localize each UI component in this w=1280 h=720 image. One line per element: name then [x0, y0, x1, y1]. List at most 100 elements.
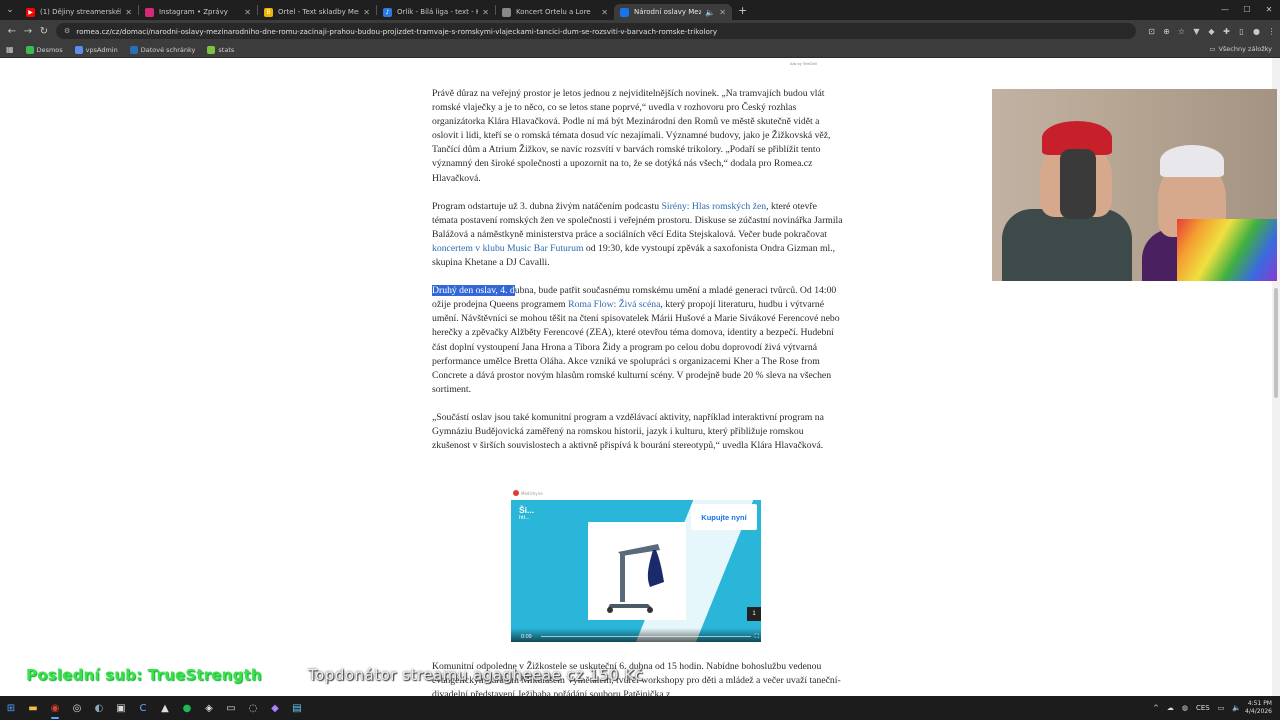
- defender-icon[interactable]: ◍: [1182, 704, 1188, 712]
- close-icon[interactable]: ✕: [482, 8, 489, 17]
- youtube-icon: ▶: [26, 7, 35, 17]
- bookmark-star-icon[interactable]: ☆: [1174, 27, 1189, 36]
- paragraph-1: Právě důraz na veřejný prostor je letos …: [432, 88, 831, 184]
- bookmark-desmos[interactable]: Desmos: [25, 45, 63, 54]
- ad-label: Ads by TeleChill: [790, 62, 818, 66]
- app5-icon[interactable]: ◈: [198, 696, 220, 720]
- microphone-icon: [1060, 149, 1096, 219]
- maximize-button[interactable]: ☐: [1236, 0, 1258, 20]
- video-player[interactable]: Ši... htt... Kupujte nyní 1 0:09 ⛶: [511, 500, 761, 642]
- puzzle-icon[interactable]: ✚: [1219, 27, 1234, 36]
- product-image: [588, 522, 686, 620]
- ad-title: Ši...: [519, 505, 535, 515]
- sidebar-icon[interactable]: ▯: [1234, 27, 1249, 36]
- buy-now-button[interactable]: Kupujte nyní: [691, 504, 757, 530]
- bookmark-datove-schranky[interactable]: Datové schránky: [129, 45, 195, 54]
- app2-icon[interactable]: ▣: [110, 696, 132, 720]
- close-icon[interactable]: ✕: [125, 8, 132, 17]
- bandzone-icon: B: [264, 7, 273, 17]
- romea-icon: [620, 7, 629, 17]
- tab-4[interactable]: Koncert Ortelu a Lore ✕: [496, 4, 614, 20]
- karaoke-icon: ♪: [383, 7, 392, 17]
- notepad-icon[interactable]: ▤: [286, 696, 308, 720]
- fullscreen-icon[interactable]: ⛶: [755, 633, 759, 641]
- tab-bar: ⌄ ▶(1) Dějiny streamerského národa✕ Inst…: [0, 0, 1280, 20]
- link-sireny-podcast[interactable]: Sirény: Hlas romských žen: [661, 201, 766, 212]
- back-button[interactable]: ←: [4, 26, 20, 37]
- site-info-icon[interactable]: ⚙: [64, 27, 70, 35]
- clock[interactable]: 4:51 PM 4/4/2026: [1245, 700, 1272, 716]
- tab-search-icon[interactable]: ⌄: [0, 0, 20, 20]
- tab-3[interactable]: ♪Orlík - Bílá liga - text - Karaoke✕: [377, 4, 495, 20]
- forward-button[interactable]: →: [20, 26, 36, 37]
- desmos-icon: [25, 45, 34, 54]
- apps-icon[interactable]: ▦: [6, 45, 14, 54]
- ad-subtitle: htt...: [519, 515, 530, 521]
- all-bookmarks[interactable]: ▭ Všechny záložky: [1209, 45, 1272, 53]
- speaker-icon[interactable]: 🔈: [705, 8, 715, 17]
- tab-0[interactable]: ▶(1) Dějiny streamerského národa✕: [20, 4, 138, 20]
- menu-icon[interactable]: ⋮: [1264, 27, 1279, 36]
- cloud-icon[interactable]: ☁: [1167, 704, 1174, 712]
- volume-icon[interactable]: 🔈: [1232, 704, 1241, 712]
- link-koncert-futurum[interactable]: koncertem v klubu Music Bar Futurum: [432, 243, 583, 254]
- monitor-icon[interactable]: ▭: [1218, 704, 1225, 712]
- stats-icon: [207, 45, 216, 54]
- video-ad[interactable]: Medichyne Ši... htt... Kupujte nyní 1 0:…: [511, 490, 761, 642]
- text-selection[interactable]: Druhý den oslav, 4. d: [432, 285, 515, 297]
- spotify-icon[interactable]: ●: [176, 696, 198, 720]
- url-text: romea.cz/cz/domaci/narodni-oslavy-mezina…: [76, 26, 718, 36]
- scroll-thumb[interactable]: [1274, 288, 1278, 398]
- paragraph-3: Druhý den oslav, 4. dubna, bude patřit s…: [432, 285, 840, 395]
- folder-icon: ▭: [1209, 45, 1216, 53]
- bookmarks-bar: ▦ Desmos vpsAdmin Datové schránky stats …: [0, 42, 1280, 58]
- taskbar: ⊞ ▬ ◉ ◎ ◐ ▣ C ▲ ● ◈ ▭ ◌ ◆ ▤ ^ ☁ ◍ CES ▭ …: [0, 696, 1280, 720]
- close-icon[interactable]: ✕: [244, 8, 251, 17]
- close-icon[interactable]: ✕: [363, 8, 370, 17]
- source-logo-icon: [513, 490, 519, 496]
- terminal-icon[interactable]: ▭: [220, 696, 242, 720]
- new-tab-button[interactable]: +: [738, 4, 747, 17]
- address-bar[interactable]: ⚙ romea.cz/cz/domaci/narodni-oslavy-mezi…: [56, 23, 1136, 39]
- close-icon[interactable]: ✕: [601, 8, 608, 17]
- bookmark-stats[interactable]: stats: [207, 45, 234, 54]
- obs-icon[interactable]: ◌: [242, 696, 264, 720]
- article-body: Právě důraz na veřejný prostor je letos …: [432, 87, 844, 467]
- ad-source: Medichyne: [513, 490, 543, 496]
- page-icon: [502, 7, 511, 17]
- app-icon[interactable]: ◎: [66, 696, 88, 720]
- paragraph-4: „Součástí oslav jsou také komunitní prog…: [432, 411, 824, 452]
- link-roma-flow[interactable]: Roma Flow: Živá scéna: [568, 299, 660, 310]
- install-icon[interactable]: ⊡: [1144, 27, 1159, 36]
- close-icon[interactable]: ✕: [719, 8, 726, 17]
- minimize-button[interactable]: —: [1214, 0, 1236, 20]
- close-window-button[interactable]: ✕: [1258, 0, 1280, 20]
- extension-icon[interactable]: ◆: [1204, 27, 1219, 36]
- app6-icon[interactable]: ◆: [264, 696, 286, 720]
- zoom-icon[interactable]: ⊕: [1159, 27, 1174, 36]
- tab-2[interactable]: BOrtel - Text skladby Mešita z alb✕: [258, 4, 376, 20]
- app4-icon[interactable]: ▲: [154, 696, 176, 720]
- steam-icon[interactable]: ◐: [88, 696, 110, 720]
- chrome-icon[interactable]: ◉: [44, 696, 66, 720]
- filter-icon[interactable]: ▼: [1189, 27, 1204, 36]
- white-cap: [1160, 145, 1224, 177]
- tab-5-active[interactable]: Národní oslavy Mezinárodní🔈✕: [614, 4, 732, 20]
- video-time: 0:09: [521, 634, 532, 640]
- ad-count-badge: 1: [747, 607, 761, 621]
- top-donor-overlay: Topdonátor streamu agagheeae cz 150 Kč: [308, 666, 644, 684]
- paragraph-2: Program odstartuje už 3. dubna živým nat…: [432, 200, 843, 269]
- video-progress[interactable]: [541, 635, 751, 637]
- profile-icon[interactable]: ●: [1249, 27, 1264, 36]
- bookmark-vpsadmin[interactable]: vpsAdmin: [74, 45, 118, 54]
- tab-1[interactable]: Instagram • Zprávy ✕: [139, 4, 257, 20]
- start-icon[interactable]: ⊞: [0, 696, 22, 720]
- flag: [1177, 219, 1277, 281]
- patient-lift-icon: [607, 544, 664, 613]
- app3-icon[interactable]: C: [132, 696, 154, 720]
- reload-button[interactable]: ↻: [36, 26, 52, 37]
- system-tray: ^ ☁ ◍ CES ▭ 🔈 4:51 PM 4/4/2026: [1149, 696, 1280, 720]
- tray-overflow-icon[interactable]: ^: [1153, 704, 1159, 712]
- file-explorer-icon[interactable]: ▬: [22, 696, 44, 720]
- language-indicator[interactable]: CES: [1196, 704, 1210, 712]
